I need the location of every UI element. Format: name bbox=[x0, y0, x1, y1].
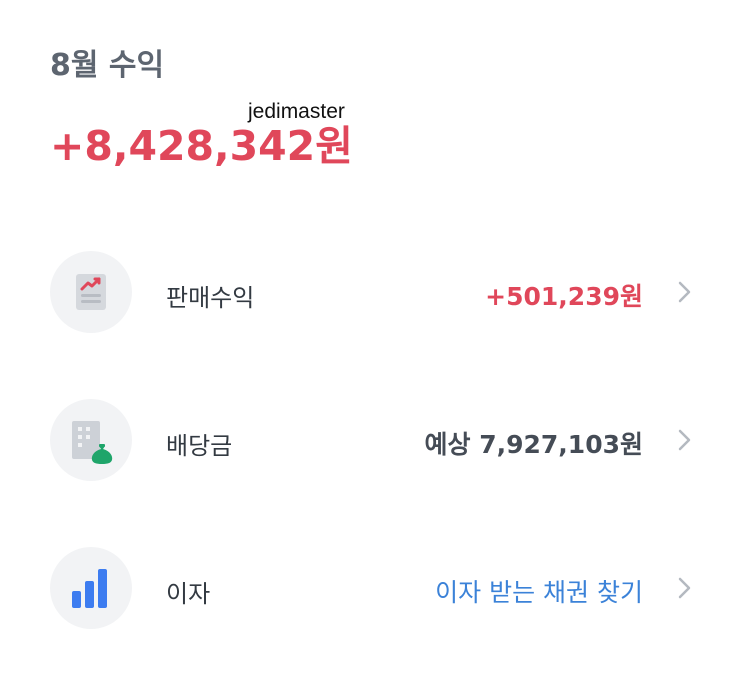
sales-report-icon bbox=[50, 251, 132, 333]
chevron-right-icon bbox=[678, 429, 691, 451]
watermark-text: jedimaster bbox=[248, 100, 345, 123]
sales-profit-value: +501,239원 bbox=[485, 282, 643, 311]
dividend-value: 예상 7,927,103원 bbox=[424, 430, 643, 459]
dividend-label: 배당금 bbox=[166, 432, 233, 460]
sales-profit-row[interactable]: 판매수익 +501,239원 bbox=[50, 251, 700, 335]
interest-label: 이자 bbox=[166, 580, 211, 608]
bar-chart-icon bbox=[50, 547, 132, 629]
find-bonds-link[interactable]: 이자 받는 채권 찾기 bbox=[435, 573, 643, 609]
dividend-row[interactable]: 배당금 예상 7,927,103원 bbox=[50, 399, 700, 483]
interest-row[interactable]: 이자 이자 받는 채권 찾기 bbox=[50, 547, 700, 631]
sales-profit-label: 판매수익 bbox=[166, 284, 255, 312]
month-title: 8월 수익 bbox=[50, 48, 165, 83]
dividend-building-icon bbox=[50, 399, 132, 481]
chevron-right-icon bbox=[678, 281, 691, 303]
chevron-right-icon bbox=[678, 577, 691, 599]
